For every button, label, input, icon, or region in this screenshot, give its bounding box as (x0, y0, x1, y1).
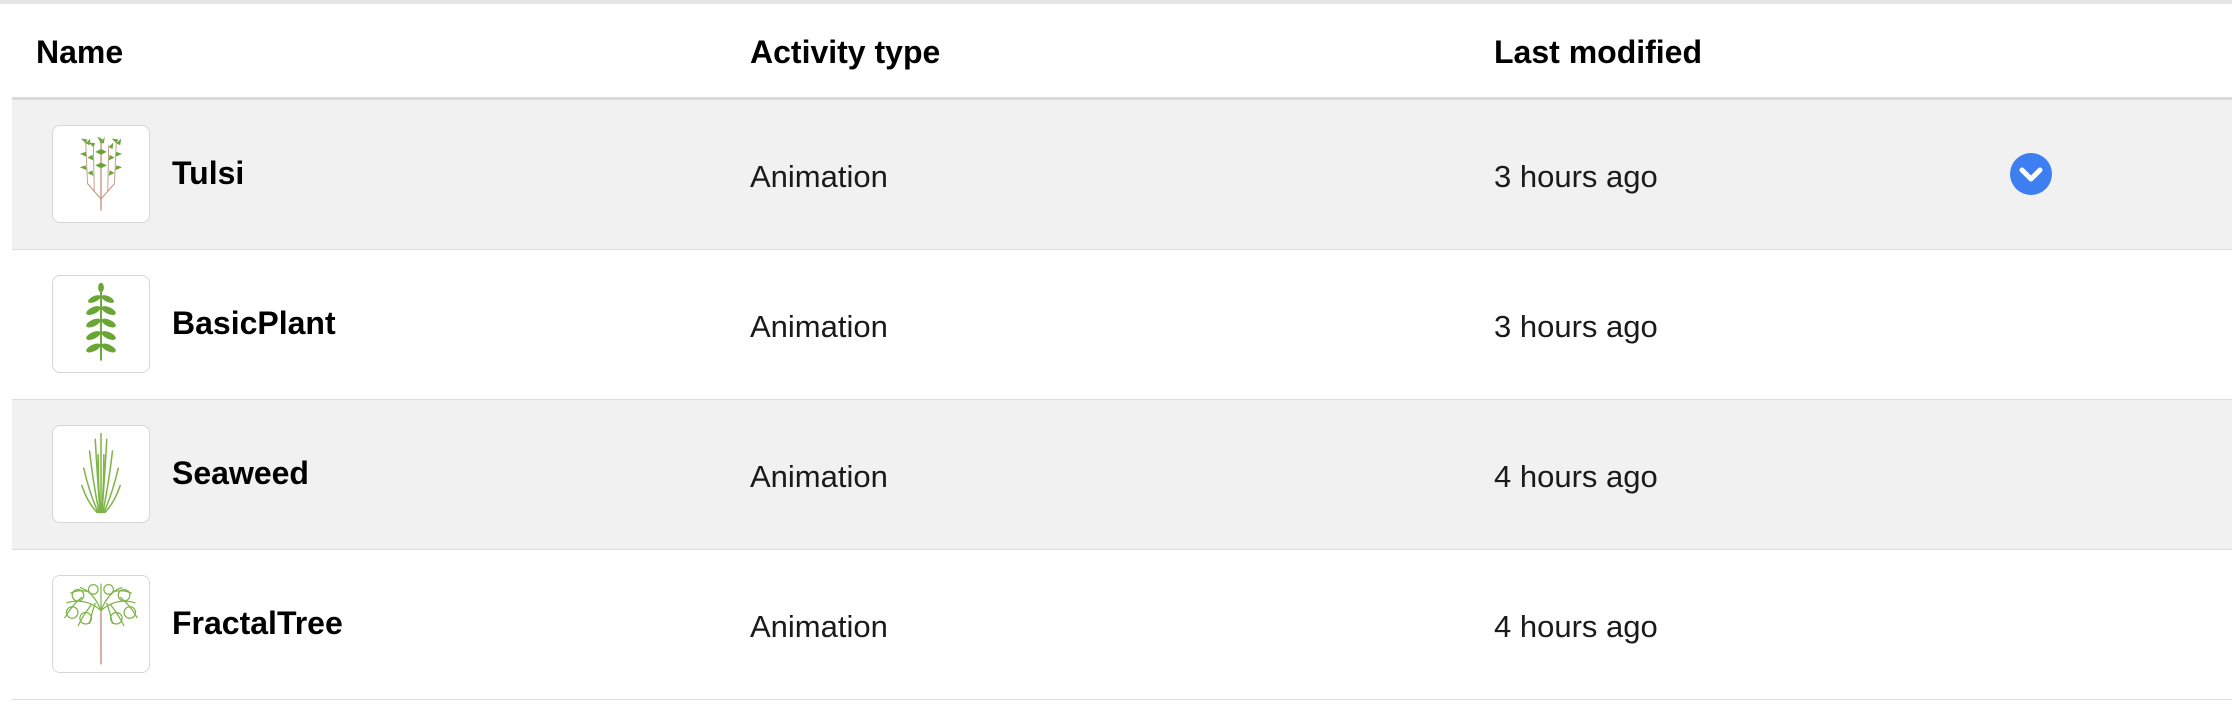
chevron-down-icon (2019, 167, 2043, 182)
fractal-tree-icon (52, 575, 150, 673)
table-row[interactable]: Tulsi Animation 3 hours ago (12, 100, 2232, 250)
table-header: Name Activity type Last modified (12, 4, 2232, 100)
column-header-activity-type[interactable]: Activity type (750, 4, 940, 100)
row-last-modified: 3 hours ago (1494, 159, 1658, 194)
row-menu-button[interactable] (2010, 153, 2052, 195)
row-activity-type: Animation (750, 159, 888, 194)
seaweed-icon (52, 425, 150, 523)
table-row[interactable]: Seaweed Animation 4 hours ago (12, 400, 2232, 550)
basic-plant-icon (52, 275, 150, 373)
row-name[interactable]: Seaweed (172, 400, 309, 550)
row-activity-type: Animation (750, 459, 888, 494)
table-row[interactable]: FractalTree Animation 4 hours ago (12, 550, 2232, 700)
table-row[interactable]: BasicPlant Animation 3 hours ago (12, 250, 2232, 400)
row-last-modified: 3 hours ago (1494, 309, 1658, 344)
row-name[interactable]: Tulsi (172, 100, 244, 250)
column-header-name[interactable]: Name (36, 4, 123, 100)
row-activity-type: Animation (750, 309, 888, 344)
row-activity-type: Animation (750, 609, 888, 644)
row-name[interactable]: BasicPlant (172, 250, 336, 400)
activities-table: Name Activity type Last modified Tulsi A… (12, 4, 2232, 700)
tulsi-plant-icon (52, 125, 150, 223)
row-last-modified: 4 hours ago (1494, 459, 1658, 494)
column-header-last-modified[interactable]: Last modified (1494, 4, 1702, 100)
row-last-modified: 4 hours ago (1494, 609, 1658, 644)
row-name[interactable]: FractalTree (172, 550, 343, 700)
